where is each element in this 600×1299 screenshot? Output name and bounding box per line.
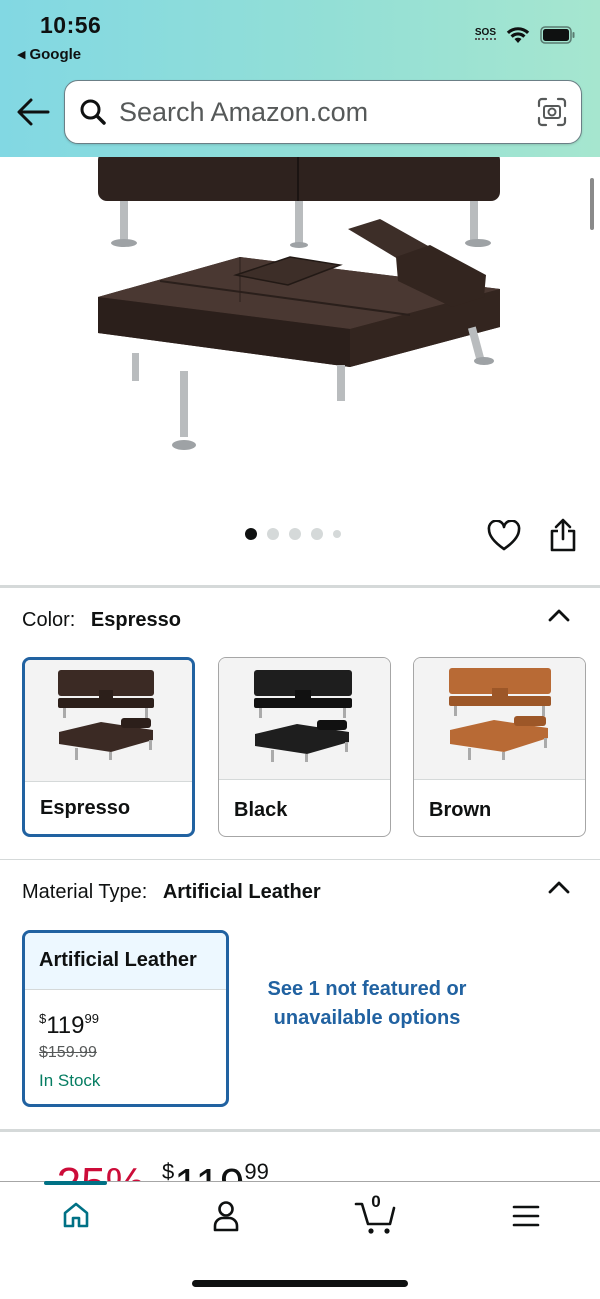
sofa-thumbnail (219, 658, 390, 780)
image-dot[interactable] (311, 528, 323, 540)
chevron-up-icon[interactable] (548, 880, 570, 894)
price-currency: $ (162, 1159, 175, 1183)
status-icons: SOS (474, 26, 576, 44)
cart-button[interactable]: 0 (354, 1192, 398, 1236)
material-option-price: $11999 (39, 1011, 99, 1040)
active-tab-indicator (44, 1181, 107, 1185)
availability-status: In Stock (39, 1071, 101, 1090)
section-divider (0, 585, 600, 588)
color-option-black[interactable]: Black (218, 657, 391, 837)
status-time: 10:56 (40, 12, 102, 38)
cart-count-badge: 0 (371, 1192, 381, 1211)
color-option-brown[interactable]: Brown (413, 657, 586, 837)
sofa-thumbnail (414, 658, 585, 780)
chevron-up-icon[interactable] (548, 608, 570, 622)
price-fraction: 99 (84, 1011, 99, 1026)
list-price: $159.99 (39, 1044, 97, 1061)
page-scrollbar[interactable] (590, 178, 594, 230)
sofa-thumbnail (25, 660, 192, 782)
image-dot[interactable] (333, 530, 341, 538)
bottom-navigation: 0 (0, 1181, 600, 1299)
battery-icon (540, 26, 575, 44)
material-option-name: Artificial Leather (25, 933, 226, 990)
color-option-label: Brown (429, 799, 492, 821)
wifi-icon (506, 27, 530, 43)
search-box[interactable] (64, 80, 582, 144)
section-divider (0, 1129, 600, 1132)
back-arrow-icon[interactable] (16, 97, 50, 127)
app-header: 10:56 ◀ Google SOS (0, 0, 600, 157)
camera-lens-icon[interactable] (537, 97, 567, 127)
back-app-label: Google (29, 46, 82, 63)
color-label-row: Color: Espresso (22, 609, 181, 632)
sos-indicator: SOS (474, 28, 497, 42)
back-triangle-icon: ◀ (17, 49, 26, 61)
color-label: Color: (22, 609, 76, 631)
material-selected-value: Artificial Leather (162, 881, 321, 903)
price-row: -25% $11999 (0, 1133, 600, 1183)
search-row (0, 80, 600, 144)
image-dot[interactable] (289, 528, 301, 540)
color-selected-value: Espresso (90, 609, 181, 631)
color-option-label: Espresso (40, 797, 131, 819)
image-pagination-dots (245, 528, 341, 540)
see-unavailable-options-link[interactable]: See 1 not featured or unavailable option… (252, 975, 482, 1033)
account-icon[interactable] (212, 1200, 240, 1232)
heart-icon[interactable] (487, 520, 521, 552)
share-icon[interactable] (548, 517, 578, 553)
search-input[interactable] (119, 81, 519, 143)
price-whole: 119 (174, 1160, 244, 1183)
material-label: Material Type: (22, 881, 148, 903)
price-whole: 119 (46, 1012, 85, 1039)
search-icon (80, 99, 106, 125)
section-divider (0, 859, 600, 860)
back-to-app-link[interactable]: ◀ Google (17, 46, 81, 63)
image-dot[interactable] (267, 528, 279, 540)
image-dot[interactable] (245, 528, 257, 540)
home-icon[interactable] (61, 1200, 91, 1230)
price-fraction: 99 (244, 1159, 269, 1183)
deal-price: $11999 (162, 1159, 269, 1183)
color-option-espresso[interactable]: Espresso (22, 657, 195, 837)
material-label-row: Material Type: Artificial Leather (22, 881, 321, 904)
discount-percent: -25% (42, 1159, 145, 1183)
menu-icon[interactable] (512, 1204, 540, 1228)
home-indicator-bar[interactable] (192, 1280, 408, 1287)
material-option-artificial-leather[interactable]: Artificial Leather $11999 $159.99 In Sto… (22, 930, 229, 1107)
color-option-label: Black (234, 799, 288, 821)
